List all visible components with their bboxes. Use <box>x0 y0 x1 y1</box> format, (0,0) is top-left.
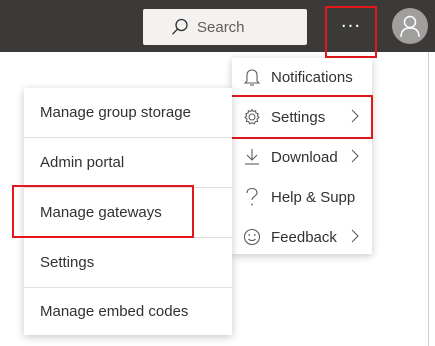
settings-highlight <box>227 95 373 139</box>
more-options-menu: Notifications Settings Download Help & S… <box>232 58 372 254</box>
menu-item-label: Feedback <box>271 228 337 246</box>
top-bar: Search ··· <box>0 0 435 58</box>
submenu-item-label: Manage group storage <box>40 104 191 121</box>
ellipsis-icon: ··· <box>340 15 362 37</box>
person-icon <box>400 15 420 38</box>
menu-item-label: Help & Supp <box>271 188 356 206</box>
chevron-right-icon <box>351 149 359 163</box>
submenu-item-admin-portal[interactable]: Admin portal <box>24 138 232 187</box>
submenu-item-manage-group-storage[interactable]: Manage group storage <box>24 88 232 137</box>
submenu-item-label: Settings <box>40 254 95 271</box>
menu-item-help-support[interactable]: Help & Supp <box>232 178 372 216</box>
search-placeholder: Search <box>197 18 245 36</box>
chevron-right-icon <box>351 229 359 243</box>
menu-item-label: Download <box>271 148 338 166</box>
smiley-icon <box>242 227 262 247</box>
search-box[interactable]: Search <box>143 9 307 45</box>
menu-item-download[interactable]: Download <box>232 138 372 176</box>
submenu-item-label: Admin portal <box>40 154 125 171</box>
search-icon <box>172 18 188 35</box>
more-options-button[interactable]: ··· <box>325 6 377 58</box>
menu-item-notifications[interactable]: Notifications <box>232 58 372 96</box>
avatar[interactable] <box>392 8 428 44</box>
download-icon <box>242 147 262 167</box>
menu-item-label: Notifications <box>271 68 353 86</box>
content-divider <box>428 52 429 346</box>
submenu-item-settings[interactable]: Settings <box>24 238 232 287</box>
question-icon <box>242 187 262 207</box>
submenu-item-manage-embed-codes[interactable]: Manage embed codes <box>24 287 232 336</box>
menu-item-feedback[interactable]: Feedback <box>232 218 372 256</box>
manage-gateways-highlight <box>12 185 194 238</box>
submenu-item-label: Manage embed codes <box>40 303 189 320</box>
bell-icon <box>242 67 262 87</box>
